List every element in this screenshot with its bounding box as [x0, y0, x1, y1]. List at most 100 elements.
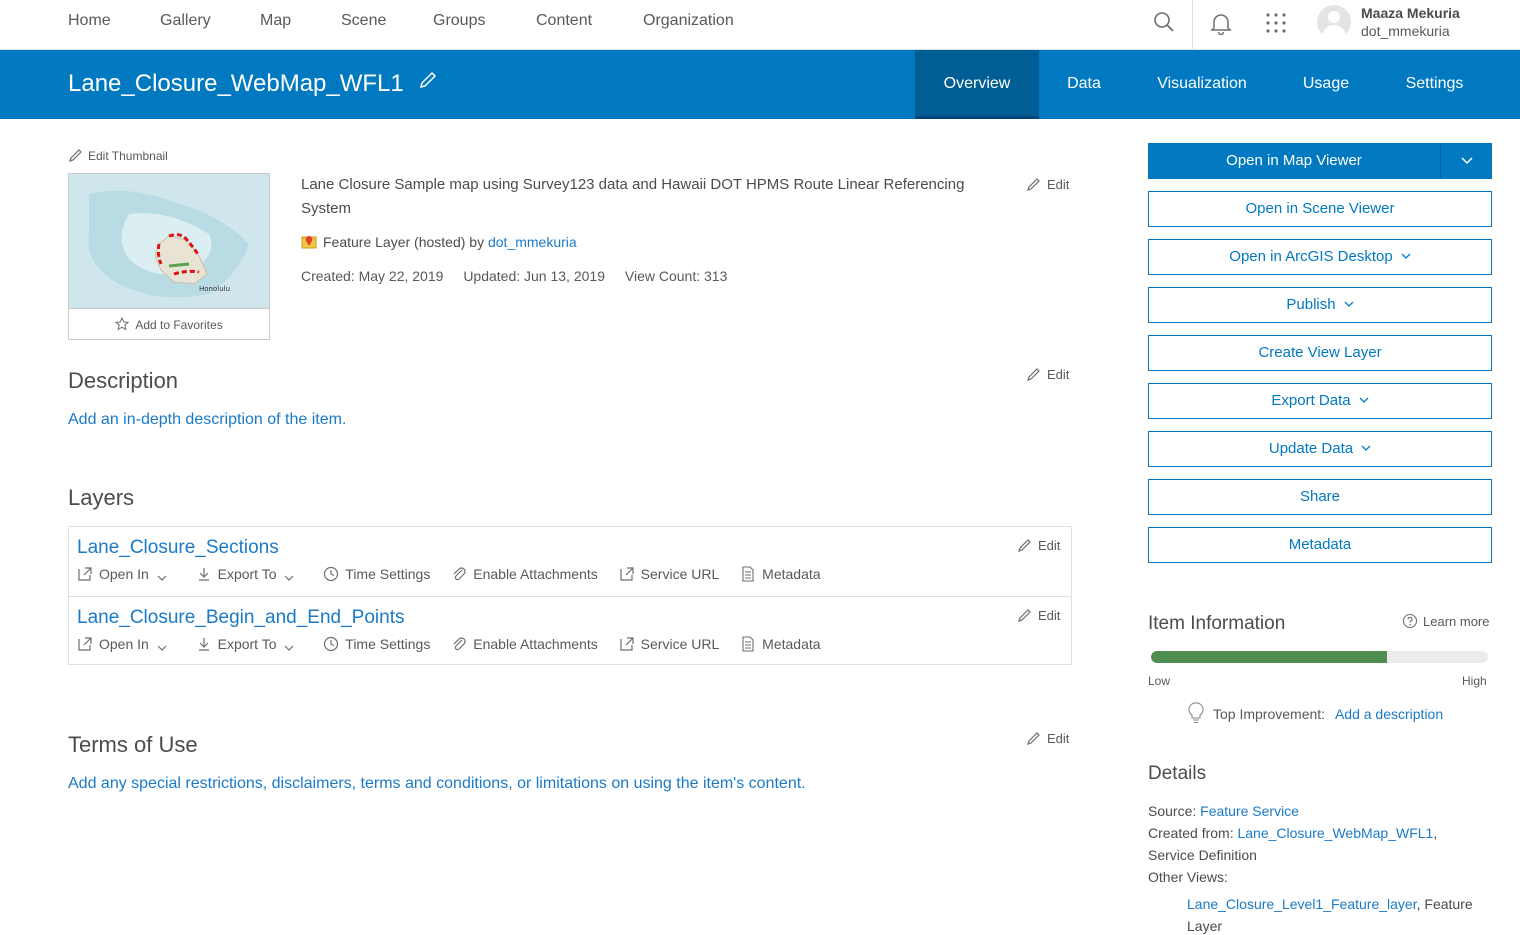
feature-layer-icon	[301, 236, 317, 249]
chevron-down-icon	[1344, 301, 1354, 307]
open-external-icon	[620, 567, 634, 581]
open-map-viewer-label[interactable]: Open in Map Viewer	[1148, 143, 1440, 179]
create-view-layer-button[interactable]: Create View Layer	[1148, 335, 1492, 371]
item-meta: Created: May 22, 2019 Updated: Jun 13, 2…	[301, 268, 743, 284]
enable-attachments-link[interactable]: Enable Attachments	[451, 566, 598, 582]
map-viewer-options-button[interactable]	[1440, 143, 1492, 179]
page-title: Lane_Closure_WebMap_WFL1	[68, 70, 404, 97]
nav-groups[interactable]: Groups	[433, 12, 485, 30]
description-heading: Description	[68, 368, 179, 393]
edit-label: Edit	[1047, 177, 1070, 192]
chevron-down-icon	[284, 645, 294, 651]
nav-scene[interactable]: Scene	[341, 12, 386, 30]
edit-summary-link[interactable]: Edit	[1026, 176, 1069, 192]
open-external-icon	[78, 567, 92, 581]
details-heading: Details	[1148, 763, 1207, 784]
add-to-favorites-button[interactable]: Add to Favorites	[69, 308, 269, 340]
add-description-improvement-link[interactable]: Add a description	[1335, 706, 1443, 722]
layer-title-link[interactable]: Lane_Closure_Begin_and_End_Points	[77, 607, 404, 629]
download-icon	[198, 568, 209, 581]
user-name[interactable]: Maaza Mekuria	[1361, 5, 1460, 21]
open-in-scene-viewer-button[interactable]: Open in Scene Viewer	[1148, 191, 1492, 227]
export-to-dropdown[interactable]: Export To	[196, 566, 295, 582]
item-information-heading: Item Information	[1148, 613, 1286, 634]
nav-divider	[1192, 0, 1193, 50]
open-in-map-viewer-button[interactable]: Open in Map Viewer	[1148, 143, 1492, 179]
time-settings-link[interactable]: Time Settings	[323, 636, 430, 652]
edit-label: Edit	[1038, 608, 1061, 623]
add-description-link[interactable]: Add an in-depth description of the item.	[68, 411, 346, 429]
top-improvement-label: Top Improvement:	[1213, 706, 1326, 722]
tab-data[interactable]: Data	[1039, 50, 1129, 119]
open-in-arcgis-desktop-button[interactable]: Open in ArcGIS Desktop	[1148, 239, 1492, 275]
document-icon	[742, 636, 754, 652]
chevron-down-icon	[157, 575, 167, 581]
open-in-dropdown[interactable]: Open In	[77, 566, 167, 582]
metadata-button[interactable]: Metadata	[1148, 527, 1492, 563]
export-to-dropdown[interactable]: Export To	[196, 636, 295, 652]
share-button[interactable]: Share	[1148, 479, 1492, 515]
edit-layer-link[interactable]: Edit	[1017, 537, 1060, 553]
document-icon	[742, 566, 754, 582]
clock-icon	[324, 636, 339, 652]
open-external-icon	[620, 637, 634, 651]
tab-overview[interactable]: Overview	[915, 50, 1039, 119]
edit-terms-link[interactable]: Edit	[1026, 730, 1069, 746]
tab-usage[interactable]: Usage	[1275, 50, 1377, 119]
update-data-button[interactable]: Update Data	[1148, 431, 1492, 467]
owner-link[interactable]: dot_mmekuria	[488, 234, 577, 250]
nav-organization[interactable]: Organization	[643, 12, 734, 30]
created-from-label: Created from:	[1148, 825, 1234, 841]
thumbnail-card: Honolulu Add to Favorites	[68, 173, 270, 340]
publish-button[interactable]: Publish	[1148, 287, 1492, 323]
user-id[interactable]: dot_mmekuria	[1361, 23, 1450, 39]
export-data-button[interactable]: Export Data	[1148, 383, 1492, 419]
edit-layer-link[interactable]: Edit	[1017, 607, 1060, 623]
details-created-from: Created from: Lane_Closure_WebMap_WFL1, …	[1148, 825, 1438, 863]
chevron-down-icon	[1359, 397, 1369, 403]
tab-settings[interactable]: Settings	[1377, 50, 1492, 119]
chevron-down-icon	[1401, 253, 1411, 259]
nav-gallery[interactable]: Gallery	[160, 12, 211, 30]
user-avatar[interactable]	[1317, 5, 1351, 39]
star-icon	[115, 316, 130, 331]
created-from-suffix: Service Definition	[1148, 847, 1257, 863]
service-url-link[interactable]: Service URL	[619, 636, 719, 652]
learn-more-link[interactable]: Learn more	[1402, 613, 1489, 629]
nav-map[interactable]: Map	[260, 12, 291, 30]
clock-icon	[324, 566, 339, 582]
source-link[interactable]: Feature Service	[1200, 803, 1299, 819]
service-url-link[interactable]: Service URL	[619, 566, 719, 582]
edit-description-link[interactable]: Edit	[1026, 366, 1069, 382]
updated-date: Updated: Jun 13, 2019	[463, 268, 605, 284]
nav-home[interactable]: Home	[68, 12, 111, 30]
edit-label: Edit	[1047, 731, 1070, 746]
paperclip-icon	[453, 567, 466, 581]
add-favorites-label: Add to Favorites	[135, 318, 223, 332]
lightbulb-icon	[1188, 702, 1204, 724]
item-quality-meter	[1151, 651, 1488, 663]
open-in-dropdown[interactable]: Open In	[77, 636, 167, 652]
item-type-line: Feature Layer (hosted) by dot_mmekuria	[301, 234, 577, 250]
item-header: Lane_Closure_WebMap_WFL1 Overview Data V…	[0, 50, 1520, 119]
enable-attachments-link[interactable]: Enable Attachments	[451, 636, 598, 652]
edit-title-pencil-icon[interactable]	[418, 70, 438, 93]
layer-actions: Open In Export To Time Settings Enable A…	[77, 636, 838, 652]
pencil-icon	[1027, 732, 1040, 745]
edit-thumbnail-link[interactable]: Edit Thumbnail	[68, 148, 168, 163]
details-other-view: Lane_Closure_Level1_Feature_layer, Featu…	[1187, 893, 1497, 935]
created-from-link[interactable]: Lane_Closure_WebMap_WFL1	[1237, 825, 1433, 841]
time-settings-link[interactable]: Time Settings	[323, 566, 430, 582]
view-count: View Count: 313	[624, 268, 728, 284]
metadata-link[interactable]: Metadata	[740, 566, 821, 582]
edit-label: Edit	[1038, 538, 1061, 553]
map-thumbnail-image[interactable]: Honolulu	[69, 174, 269, 308]
tab-visualization[interactable]: Visualization	[1129, 50, 1275, 119]
layer-title-link[interactable]: Lane_Closure_Sections	[77, 537, 279, 559]
chevron-down-icon	[1361, 445, 1371, 451]
source-label: Source:	[1148, 803, 1197, 819]
other-view-link[interactable]: Lane_Closure_Level1_Feature_layer	[1187, 896, 1417, 912]
add-terms-link[interactable]: Add any special restrictions, disclaimer…	[68, 775, 806, 793]
nav-content[interactable]: Content	[536, 12, 592, 30]
metadata-link[interactable]: Metadata	[740, 636, 821, 652]
